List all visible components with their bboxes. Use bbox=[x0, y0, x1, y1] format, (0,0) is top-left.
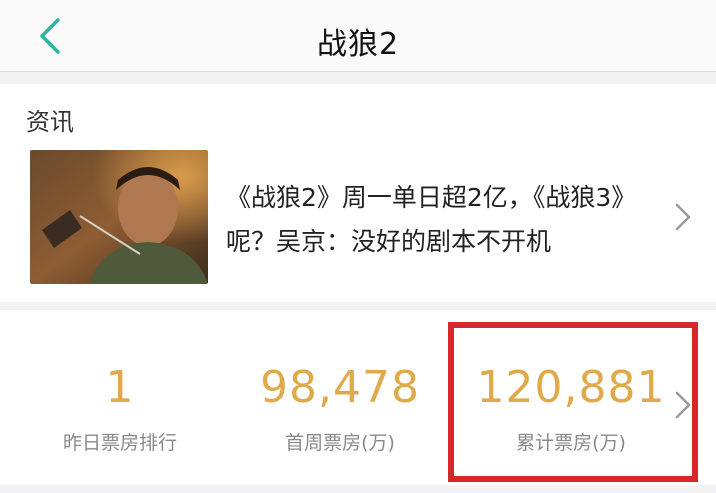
chevron-right-icon bbox=[675, 391, 691, 419]
news-item[interactable]: 《战狼2》周一单日超2亿，《战狼3》呢？吴京：没好的剧本不开机 bbox=[0, 142, 716, 292]
nav-bar: 战狼2 bbox=[0, 0, 716, 72]
stat-cumulative: 120,881 累计票房(万) bbox=[456, 310, 686, 485]
page-title: 战狼2 bbox=[316, 27, 400, 62]
stat-first-week: 98,478 首周票房(万) bbox=[240, 310, 440, 485]
movie-still-image bbox=[30, 150, 208, 284]
section-label: 资讯 bbox=[26, 108, 74, 136]
stat-label: 累计票房(万) bbox=[516, 432, 626, 454]
stat-value: 1 bbox=[105, 362, 135, 413]
stat-yesterday-rank: 1 昨日票房排行 bbox=[20, 310, 220, 485]
stat-label: 首周票房(万) bbox=[285, 432, 395, 454]
news-headline: 《战狼2》周一单日超2亿，《战狼3》呢？吴京：没好的剧本不开机 bbox=[226, 183, 637, 256]
bottom-divider bbox=[0, 485, 716, 493]
stat-value: 120,881 bbox=[476, 362, 666, 413]
news-section: 资讯 《战狼2》周一单日超2亿，《战狼3》呢？吴京：没好的剧本不开机 bbox=[0, 84, 716, 302]
box-office-stats[interactable]: 1 昨日票房排行 98,478 首周票房(万) 120,881 累计票房(万) bbox=[0, 310, 716, 485]
chevron-right-icon bbox=[675, 203, 691, 231]
stat-label: 昨日票房排行 bbox=[62, 432, 177, 454]
stat-value: 98,478 bbox=[260, 362, 420, 413]
